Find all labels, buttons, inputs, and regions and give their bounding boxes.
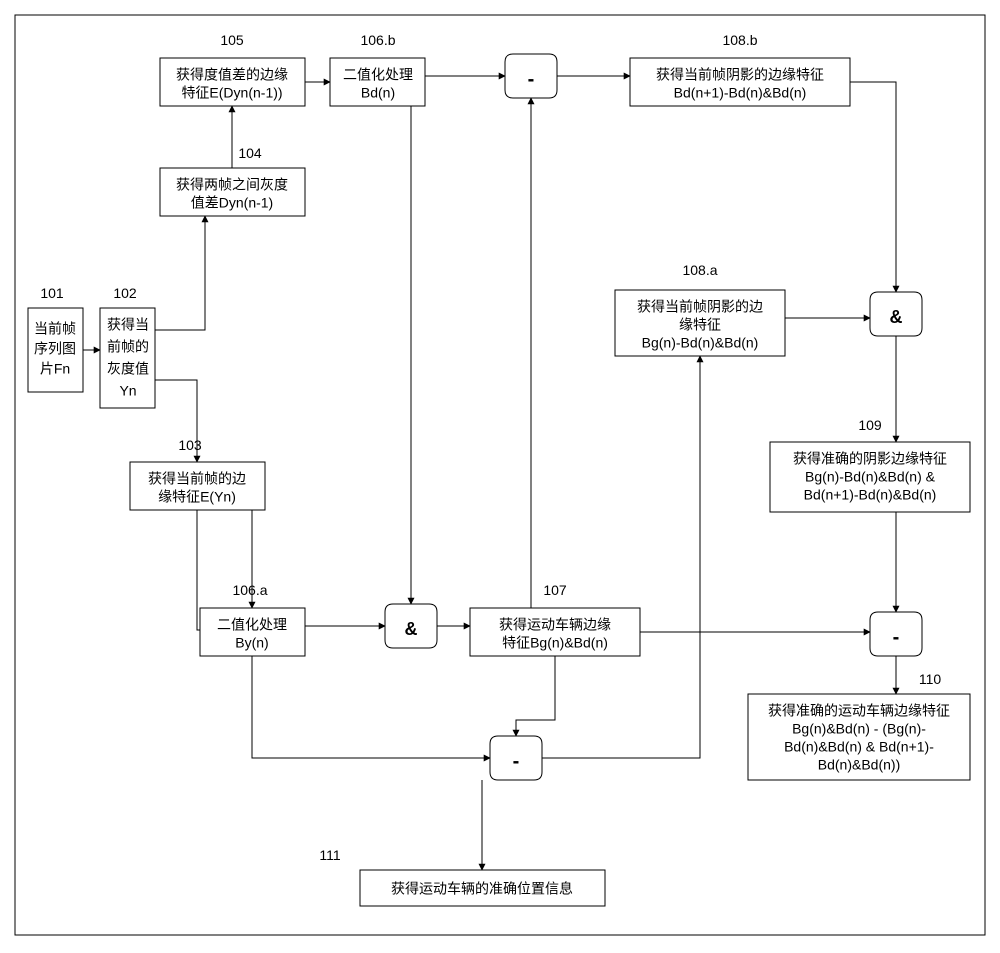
- text-108a-0: 获得当前帧阴影的边: [637, 299, 763, 315]
- text-110-2: Bd(n)&Bd(n) & Bd(n+1)-: [784, 739, 934, 755]
- label-103: 103: [178, 437, 202, 453]
- text-107-0: 获得运动车辆边缘: [499, 617, 611, 633]
- text-106b-0: 二值化处理: [343, 67, 413, 83]
- text-108b-1: Bd(n+1)-Bd(n)&Bd(n): [674, 85, 807, 101]
- text-108a-1: 缘特征: [679, 317, 721, 333]
- text-106a-1: By(n): [235, 635, 268, 651]
- text-104-0: 获得两帧之间灰度: [176, 177, 288, 193]
- op-minus-3-sym: -: [893, 626, 900, 648]
- op-and-2-sym: &: [890, 307, 903, 327]
- text-102-1: 前帧的: [107, 339, 149, 355]
- label-104: 104: [238, 145, 262, 161]
- text-109-1: Bg(n)-Bd(n)&Bd(n) &: [805, 469, 936, 485]
- label-108b: 108.b: [722, 32, 757, 48]
- flow-diagram: 101 当前帧 序列图 片Fn 102 获得当 前帧的 灰度值 Yn 104 获…: [0, 0, 1000, 953]
- label-106a: 106.a: [232, 582, 267, 598]
- label-102: 102: [113, 285, 137, 301]
- label-109: 109: [858, 417, 882, 433]
- text-107-1: 特征Bg(n)&Bd(n): [502, 635, 608, 651]
- label-107: 107: [543, 582, 567, 598]
- text-110-3: Bd(n)&Bd(n)): [818, 757, 900, 773]
- text-101-0: 当前帧: [34, 321, 76, 337]
- text-110-0: 获得准确的运动车辆边缘特征: [768, 703, 950, 719]
- text-103-1: 缘特征E(Yn): [158, 489, 236, 505]
- label-111: 111: [319, 847, 340, 863]
- text-106a-0: 二值化处理: [217, 617, 287, 633]
- text-105-1: 特征E(Dyn(n-1)): [181, 85, 282, 101]
- label-106b: 106.b: [360, 32, 395, 48]
- text-109-2: Bd(n+1)-Bd(n)&Bd(n): [804, 487, 937, 503]
- text-105-0: 获得度值差的边缘: [176, 67, 288, 83]
- text-102-2: 灰度值: [107, 361, 149, 377]
- text-104-1: 值差Dyn(n-1): [191, 195, 273, 211]
- text-110-1: Bg(n)&Bd(n) - (Bg(n)-: [792, 721, 926, 737]
- op-minus-2-sym: -: [513, 750, 520, 772]
- text-108b-0: 获得当前帧阴影的边缘特征: [656, 67, 824, 83]
- label-110: 110: [919, 671, 942, 687]
- text-101-1: 序列图: [34, 341, 76, 357]
- label-101: 101: [40, 285, 64, 301]
- text-106b-1: Bd(n): [361, 85, 395, 101]
- op-minus-1-sym: -: [528, 68, 535, 90]
- text-102-0: 获得当: [107, 317, 149, 333]
- text-101-2: 片Fn: [40, 361, 70, 377]
- text-111-0: 获得运动车辆的准确位置信息: [391, 881, 573, 897]
- label-108a: 108.a: [682, 262, 717, 278]
- text-102-3: Yn: [119, 383, 136, 399]
- label-105: 105: [220, 32, 244, 48]
- text-109-0: 获得准确的阴影边缘特征: [793, 451, 947, 467]
- text-103-0: 获得当前帧的边: [148, 471, 246, 487]
- text-108a-2: Bg(n)-Bd(n)&Bd(n): [642, 335, 759, 351]
- op-and-1-sym: &: [405, 619, 418, 639]
